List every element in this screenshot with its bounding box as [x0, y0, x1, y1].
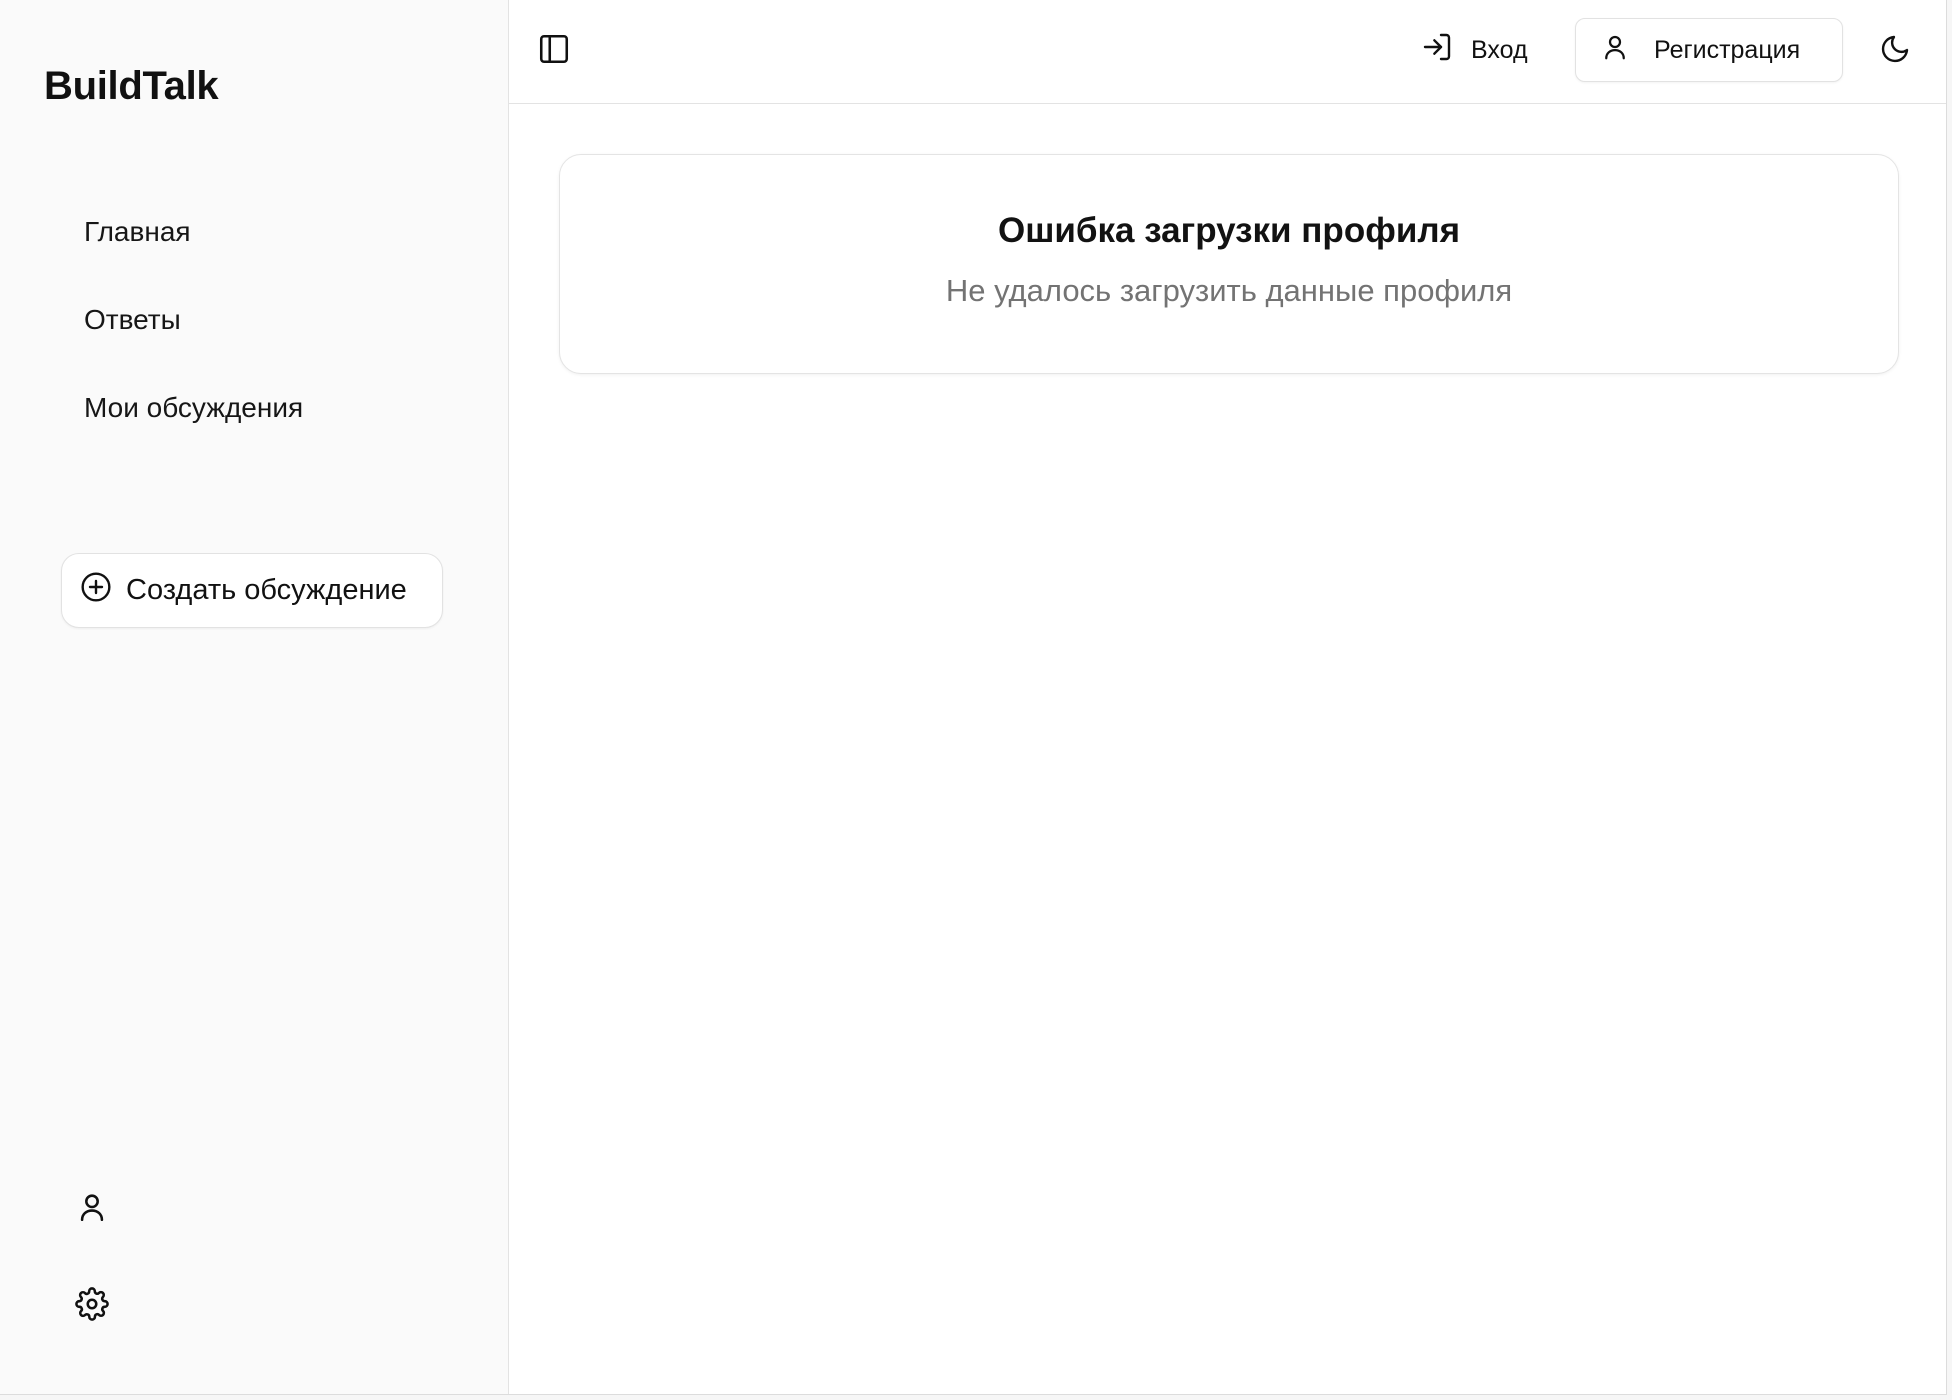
gear-icon[interactable] — [75, 1287, 109, 1321]
register-button[interactable]: Регистрация — [1575, 18, 1843, 82]
user-icon — [1600, 32, 1630, 69]
sidebar-toggle-icon[interactable] — [537, 32, 571, 66]
error-title: Ошибка загрузки профиля — [998, 211, 1460, 250]
main-area: Вход Регистрация Ошибка загрузки профиля… — [509, 0, 1946, 1394]
app-window: BuildTalk Главная Ответы Мои обсуждения … — [0, 0, 1947, 1395]
login-button[interactable]: Вход — [1409, 22, 1540, 78]
sidebar-item-home[interactable]: Главная — [62, 200, 462, 288]
error-card: Ошибка загрузки профиля Не удалось загру… — [559, 154, 1899, 374]
create-discussion-button[interactable]: Создать обсуждение — [61, 553, 443, 628]
sidebar-nav: Главная Ответы Мои обсуждения — [62, 200, 462, 464]
brand-logo[interactable]: BuildTalk — [44, 64, 219, 109]
sidebar-item-my-discussions[interactable]: Мои обсуждения — [62, 376, 462, 464]
moon-icon[interactable] — [1879, 33, 1911, 65]
register-label: Регистрация — [1654, 35, 1801, 64]
login-arrow-icon — [1421, 31, 1453, 70]
create-discussion-label: Создать обсуждение — [126, 574, 407, 606]
login-label: Вход — [1471, 35, 1528, 64]
sidebar-item-answers[interactable]: Ответы — [62, 288, 462, 376]
sidebar: BuildTalk Главная Ответы Мои обсуждения … — [0, 0, 509, 1394]
user-icon[interactable] — [75, 1190, 109, 1224]
error-message: Не удалось загрузить данные профиля — [945, 273, 1513, 308]
top-bar: Вход Регистрация — [509, 0, 1946, 104]
plus-circle-icon — [80, 571, 112, 611]
